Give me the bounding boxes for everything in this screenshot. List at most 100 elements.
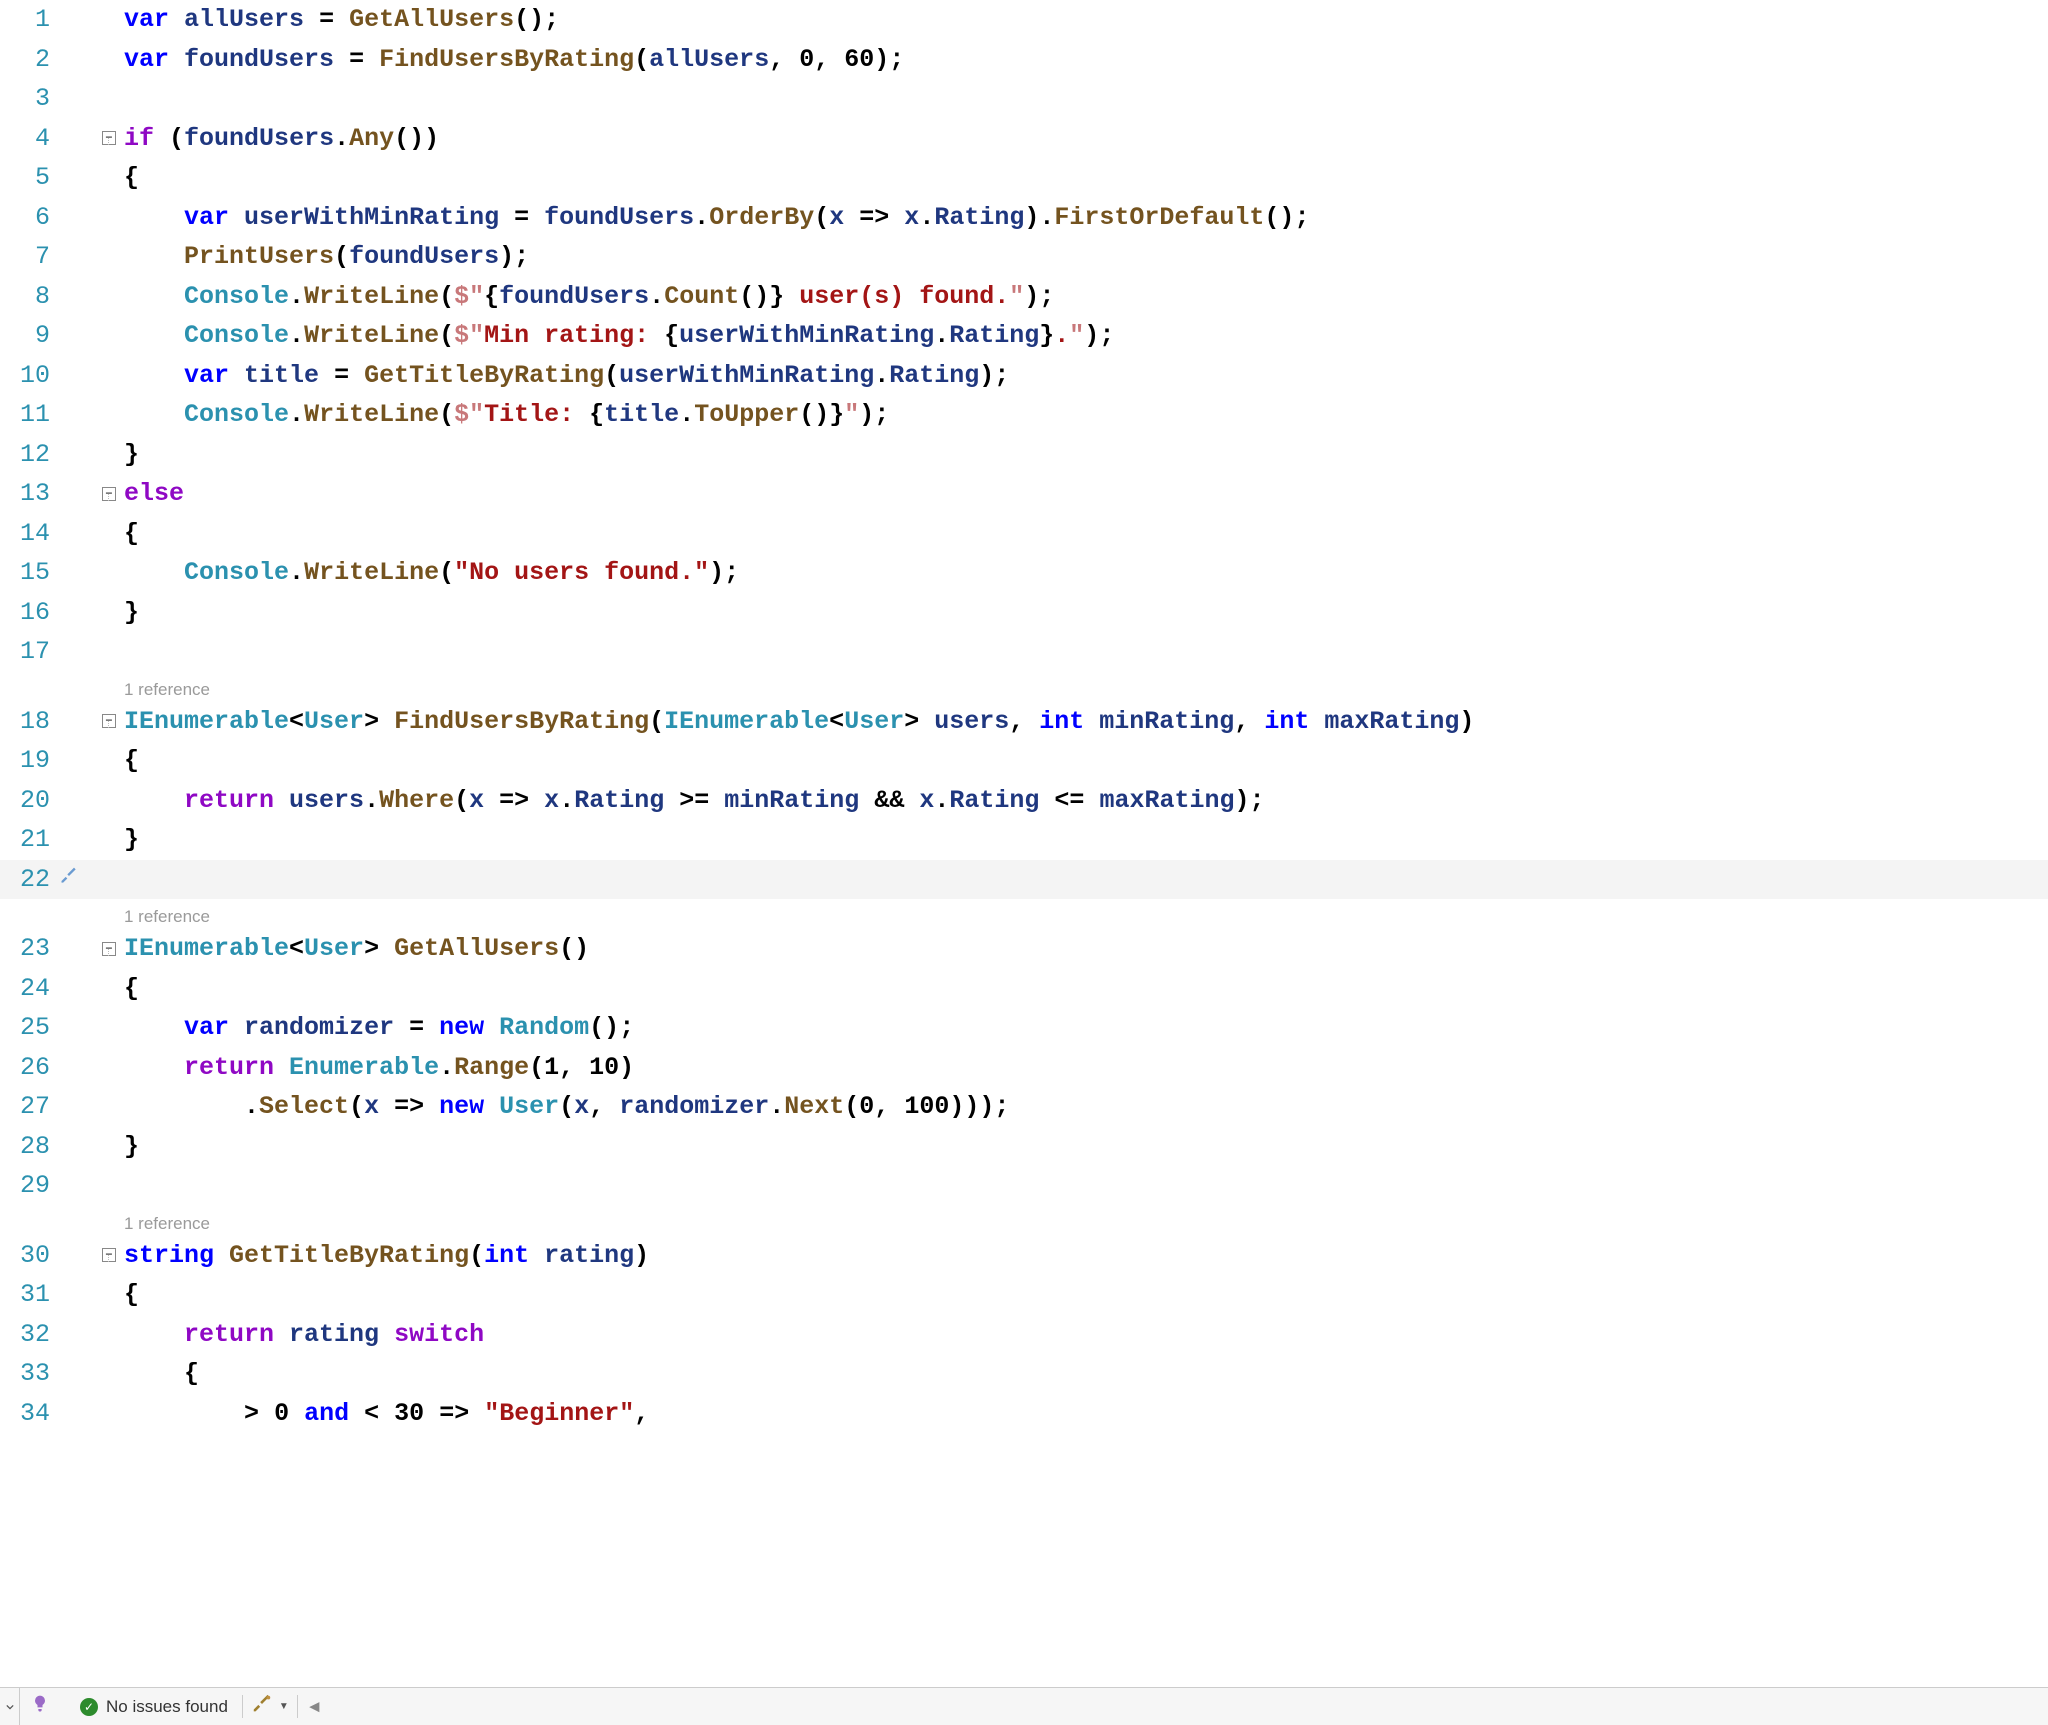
code-content[interactable]: var randomizer = new Random();: [124, 1013, 2048, 1042]
code-line[interactable]: 5{: [0, 158, 2048, 198]
code-line[interactable]: 11 Console.WriteLine($"Title: {title.ToU…: [0, 395, 2048, 435]
code-content[interactable]: IEnumerable<User> GetAllUsers(): [124, 934, 2048, 963]
code-content[interactable]: {: [124, 1359, 2048, 1388]
line-number: 29: [0, 1171, 58, 1200]
line-number: 5: [0, 163, 58, 192]
code-line[interactable]: 28}: [0, 1127, 2048, 1167]
code-content[interactable]: PrintUsers(foundUsers);: [124, 242, 2048, 271]
fold-toggle[interactable]: −: [102, 714, 116, 728]
code-line[interactable]: 32 return rating switch: [0, 1315, 2048, 1355]
code-editor[interactable]: 1var allUsers = GetAllUsers();2var found…: [0, 0, 2048, 1687]
code-line[interactable]: 2var foundUsers = FindUsersByRating(allU…: [0, 40, 2048, 80]
code-line[interactable]: 25 var randomizer = new Random();: [0, 1008, 2048, 1048]
line-number: 8: [0, 282, 58, 311]
code-line[interactable]: 23−IEnumerable<User> GetAllUsers(): [0, 929, 2048, 969]
code-line[interactable]: 14 {: [0, 514, 2048, 554]
code-content[interactable]: {: [124, 1280, 2048, 1309]
code-content[interactable]: return users.Where(x => x.Rating >= minR…: [124, 786, 2048, 815]
code-line[interactable]: 24{: [0, 969, 2048, 1009]
code-content[interactable]: var userWithMinRating = foundUsers.Order…: [124, 203, 2048, 232]
code-line[interactable]: 16}: [0, 593, 2048, 633]
code-line[interactable]: 3: [0, 79, 2048, 119]
code-line[interactable]: 22: [0, 860, 2048, 900]
code-content[interactable]: var foundUsers = FindUsersByRating(allUs…: [124, 45, 2048, 74]
line-number: 30: [0, 1241, 58, 1270]
codelens-reference[interactable]: .1 reference: [0, 899, 2048, 929]
code-line[interactable]: 18−IEnumerable<User> FindUsersByRating(I…: [0, 702, 2048, 742]
code-content[interactable]: }: [124, 598, 2048, 627]
code-line[interactable]: 17: [0, 632, 2048, 672]
fold-toggle[interactable]: −: [102, 1248, 116, 1262]
code-line[interactable]: 19{: [0, 741, 2048, 781]
health-indicator[interactable]: ✓ No issues found: [20, 1688, 242, 1725]
line-number: 17: [0, 637, 58, 666]
code-content[interactable]: {: [124, 519, 2048, 548]
code-line[interactable]: 9 Console.WriteLine($"Min rating: {userW…: [0, 316, 2048, 356]
code-content[interactable]: Console.WriteLine($"{foundUsers.Count()}…: [124, 282, 2048, 311]
code-line[interactable]: 8 Console.WriteLine($"{foundUsers.Count(…: [0, 277, 2048, 317]
line-number: 16: [0, 598, 58, 627]
code-line[interactable]: 13 −else: [0, 474, 2048, 514]
fold-toggle[interactable]: −: [102, 942, 116, 956]
code-content[interactable]: return Enumerable.Range(1, 10): [124, 1053, 2048, 1082]
codelens-reference[interactable]: .1 reference: [0, 1206, 2048, 1236]
code-content[interactable]: if (foundUsers.Any()): [124, 124, 2048, 153]
scroll-left-button[interactable]: ◄: [298, 1697, 331, 1717]
code-content[interactable]: {: [124, 163, 2048, 192]
code-line[interactable]: 15 Console.WriteLine("No users found.");: [0, 553, 2048, 593]
fold-toggle[interactable]: −: [102, 487, 116, 501]
statusbar-tools[interactable]: ▼: [243, 1693, 297, 1720]
code-content[interactable]: > 0 and < 30 => "Beginner",: [124, 1399, 2048, 1428]
code-line[interactable]: 1var allUsers = GetAllUsers();: [0, 0, 2048, 40]
code-content[interactable]: {: [124, 746, 2048, 775]
code-line[interactable]: 29: [0, 1166, 2048, 1206]
codelens-reference[interactable]: .1 reference: [0, 672, 2048, 702]
code-line[interactable]: 6 var userWithMinRating = foundUsers.Ord…: [0, 198, 2048, 238]
code-content[interactable]: var allUsers = GetAllUsers();: [124, 5, 2048, 34]
code-line[interactable]: 30 −string GetTitleByRating(int rating): [0, 1236, 2048, 1276]
code-line[interactable]: 33 {: [0, 1354, 2048, 1394]
line-number: 25: [0, 1013, 58, 1042]
code-line[interactable]: 34 > 0 and < 30 => "Beginner",: [0, 1394, 2048, 1434]
code-content[interactable]: IEnumerable<User> FindUsersByRating(IEnu…: [124, 707, 2048, 736]
code-content[interactable]: string GetTitleByRating(int rating): [124, 1241, 2048, 1270]
code-content[interactable]: return rating switch: [124, 1320, 2048, 1349]
line-number: 20: [0, 786, 58, 815]
code-line[interactable]: 27 .Select(x => new User(x, randomizer.N…: [0, 1087, 2048, 1127]
code-line[interactable]: 20 return users.Where(x => x.Rating >= m…: [0, 781, 2048, 821]
line-number: 31: [0, 1280, 58, 1309]
indicator-margin: [58, 865, 80, 894]
fold-gutter: −: [102, 131, 124, 145]
code-line[interactable]: 10 var title = GetTitleByRating(userWith…: [0, 356, 2048, 396]
code-content[interactable]: {: [124, 974, 2048, 1003]
line-number: 12: [0, 440, 58, 469]
screwdriver-icon: [251, 1693, 273, 1720]
screwdriver-icon[interactable]: [59, 865, 79, 894]
statusbar-dropdown-button[interactable]: [0, 1688, 20, 1725]
fold-gutter: −: [102, 942, 124, 956]
line-number: 26: [0, 1053, 58, 1082]
code-content[interactable]: Console.WriteLine($"Title: {title.ToUppe…: [124, 400, 2048, 429]
code-content[interactable]: .Select(x => new User(x, randomizer.Next…: [124, 1092, 2048, 1121]
code-content[interactable]: }: [124, 1132, 2048, 1161]
code-content[interactable]: }: [124, 825, 2048, 854]
code-line[interactable]: 12}: [0, 435, 2048, 475]
code-content[interactable]: Console.WriteLine($"Min rating: {userWit…: [124, 321, 2048, 350]
fold-toggle[interactable]: −: [102, 131, 116, 145]
code-line[interactable]: 7 PrintUsers(foundUsers);: [0, 237, 2048, 277]
code-content[interactable]: }: [124, 440, 2048, 469]
line-number: 14: [0, 519, 58, 548]
code-content[interactable]: var title = GetTitleByRating(userWithMin…: [124, 361, 2048, 390]
fold-gutter: −: [102, 714, 124, 728]
code-line[interactable]: 26 return Enumerable.Range(1, 10): [0, 1048, 2048, 1088]
chevron-down-icon[interactable]: ▼: [279, 1701, 289, 1712]
code-line[interactable]: 31 {: [0, 1275, 2048, 1315]
line-number: 7: [0, 242, 58, 271]
code-content[interactable]: else: [124, 479, 2048, 508]
code-line[interactable]: 21}: [0, 820, 2048, 860]
line-number: 27: [0, 1092, 58, 1121]
line-number: 9: [0, 321, 58, 350]
code-content[interactable]: Console.WriteLine("No users found.");: [124, 558, 2048, 587]
code-line[interactable]: 4−if (foundUsers.Any()): [0, 119, 2048, 159]
line-number: 13: [0, 479, 58, 508]
